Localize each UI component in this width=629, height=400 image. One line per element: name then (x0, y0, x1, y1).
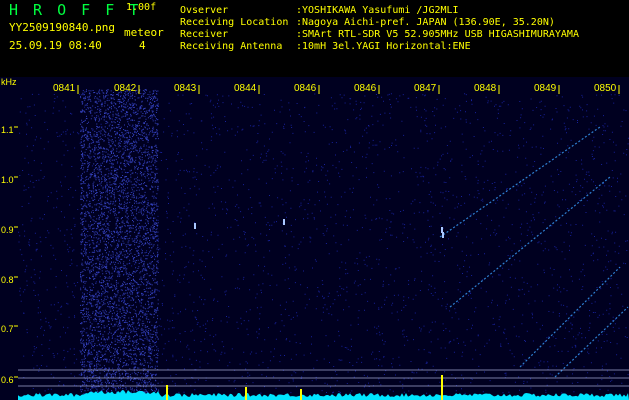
time-label: 0844 (234, 83, 257, 94)
time-label: 0842 (114, 83, 137, 94)
meteor-count: 4 (139, 39, 146, 52)
time-label: 0848 (474, 83, 497, 94)
y-tick-label: 0.9 (1, 225, 14, 235)
info-observer-value: :YOSHIKAWA Yasufumi /JG2MLI (296, 5, 459, 16)
y-tick-label: 0.8 (1, 275, 14, 285)
meteor-ping (442, 232, 444, 238)
time-label: 0841 (53, 83, 76, 94)
time-label: 0843 (174, 83, 197, 94)
spectrogram-svg: kHz 1.1 1.0 0.9 0.8 0.7 0.6 0841 0842 08… (0, 77, 629, 400)
meteor-ping (283, 219, 285, 225)
header-panel: H R O F F T 1.00f YY2509190840.png meteo… (0, 0, 629, 77)
info-location-label: Receiving Location (180, 17, 289, 28)
y-unit-label: kHz (1, 77, 17, 87)
app-title: H R O F F T (9, 1, 142, 19)
y-tick-label: 0.7 (1, 324, 14, 334)
meteor-label: meteor (124, 26, 164, 39)
time-label: 0849 (534, 83, 557, 94)
version-label: 1.00f (126, 2, 157, 13)
filename-label: YY2509190840.png (9, 21, 115, 34)
meteor-ping (194, 223, 196, 229)
y-tick-label: 1.1 (1, 125, 14, 135)
time-label: 0847 (414, 83, 437, 94)
info-antenna-label: Receiving Antenna (180, 41, 283, 52)
spectrogram-plot: kHz 1.1 1.0 0.9 0.8 0.7 0.6 0841 0842 08… (0, 77, 629, 400)
time-label: 0846 (354, 83, 377, 94)
y-tick-label: 1.0 (1, 175, 14, 185)
time-label: 0846 (294, 83, 317, 94)
signal-peak (300, 389, 302, 400)
info-location-value: :Nagoya Aichi-pref. JAPAN (136.90E, 35.2… (296, 17, 555, 28)
info-receiver-value: :SMArt RTL-SDR V5 52.905MHz USB HIGASHIM… (296, 29, 579, 40)
signal-peak (245, 387, 247, 400)
info-observer-label: Ovserver (180, 5, 229, 16)
time-label: 0850 (594, 83, 617, 94)
signal-peak (166, 385, 168, 400)
info-antenna-value: :10mH 3el.YAGI Horizontal:ENE (296, 41, 471, 52)
datetime-label: 25.09.19 08:40 (9, 39, 102, 52)
y-tick-label: 0.6 (1, 375, 14, 385)
signal-peak (441, 375, 443, 400)
info-receiver-label: Receiver (180, 29, 229, 40)
